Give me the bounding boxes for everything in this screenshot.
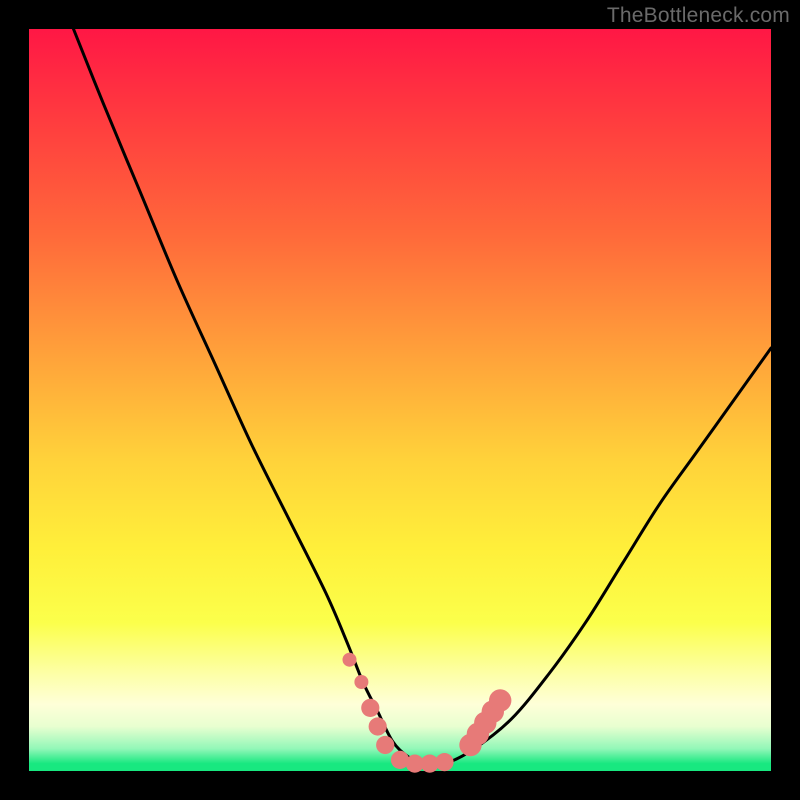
bottleneck-curve-path <box>74 29 772 765</box>
watermark-text: TheBottleneck.com <box>607 4 790 28</box>
chart-frame: TheBottleneck.com <box>0 0 800 800</box>
curve-marker <box>489 689 511 711</box>
curve-marker <box>435 753 453 771</box>
curve-marker <box>361 699 379 717</box>
curve-marker <box>343 653 357 667</box>
marker-group <box>343 653 512 773</box>
curve-marker <box>354 675 368 689</box>
curve-marker <box>369 717 387 735</box>
plot-area <box>29 29 771 771</box>
curve-marker <box>376 736 394 754</box>
bottleneck-curve-svg <box>29 29 771 771</box>
